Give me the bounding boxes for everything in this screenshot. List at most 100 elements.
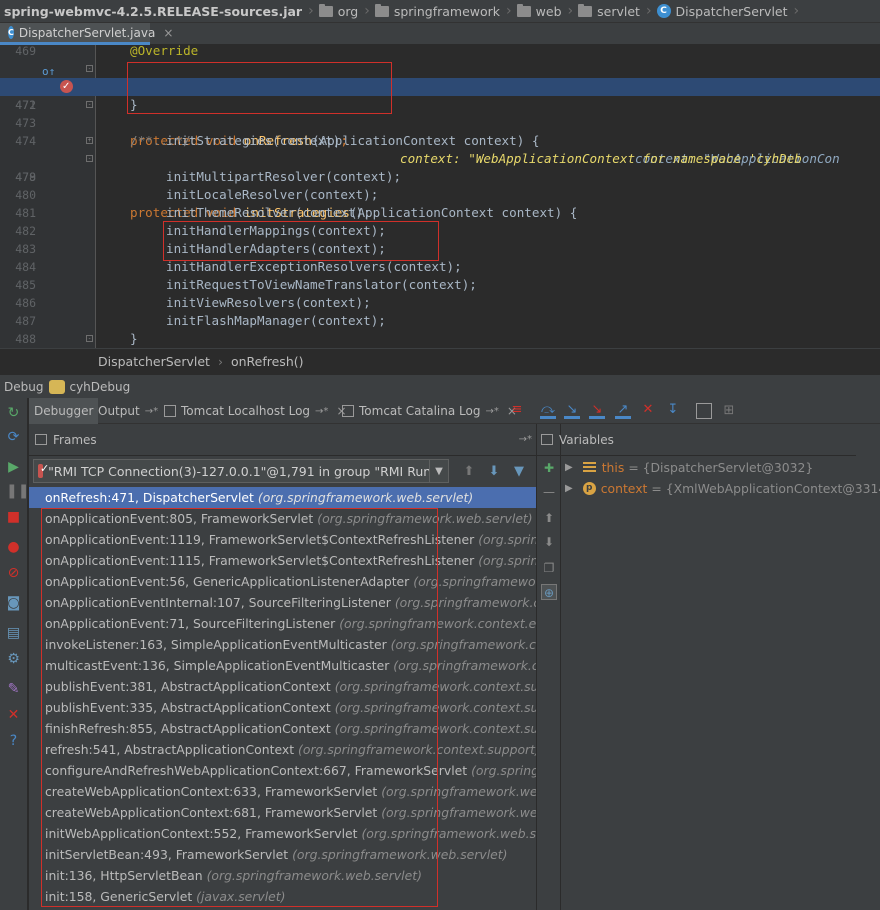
tab-output[interactable]: Output →* bbox=[93, 398, 163, 424]
code-line[interactable]: 484 initHandlerExceptionResolvers(context… bbox=[0, 258, 880, 276]
step-out-icon[interactable]: ↗ bbox=[615, 403, 631, 419]
code-line[interactable]: 480 initLocaleResolver(context); bbox=[0, 186, 880, 204]
move-down-icon[interactable]: ⬇ bbox=[541, 534, 557, 550]
variable-row[interactable]: ▶ p context = {XmlWebApplicationContext@… bbox=[565, 478, 880, 499]
frame-row[interactable]: initWebApplicationContext:552, Framework… bbox=[29, 823, 536, 844]
code-line[interactable]: 481 initThemeResolver(context); bbox=[0, 204, 880, 222]
code-line[interactable]: 473 bbox=[0, 114, 880, 132]
tab-tomcat-localhost-log[interactable]: Tomcat Localhost Log →* × bbox=[159, 398, 352, 424]
remove-watch-icon[interactable]: — bbox=[541, 484, 557, 500]
new-watch-icon[interactable]: ✚ bbox=[541, 460, 557, 476]
code-text: @Override bbox=[130, 45, 199, 58]
frame-row[interactable]: init:136, HttpServletBean (org.springfra… bbox=[29, 865, 536, 886]
frame-row[interactable]: multicastEvent:136, SimpleApplicationEve… bbox=[29, 655, 536, 676]
variable-row[interactable]: ▶ this = {DispatcherServlet@3032} bbox=[565, 457, 813, 478]
pause-icon[interactable]: ❚❚ bbox=[6, 484, 29, 499]
frame-package: (org.springframework.web.servlet) bbox=[292, 847, 508, 862]
frame-row[interactable]: refresh:541, AbstractApplicationContext … bbox=[29, 739, 536, 760]
thread-select[interactable]: "RMI TCP Connection(3)-127.0.0.1"@1,791 … bbox=[33, 459, 449, 483]
frame-row[interactable]: onRefresh:471, DispatcherServlet (org.sp… bbox=[29, 487, 536, 508]
tab-debugger[interactable]: Debugger bbox=[29, 398, 99, 424]
frame-row[interactable]: onApplicationEventInternal:107, SourceFi… bbox=[29, 592, 536, 613]
code-line[interactable]: 470 o↑ - protected void onRefresh(Applic… bbox=[0, 60, 880, 166]
code-line[interactable]: 474 + /**...*/ bbox=[0, 132, 880, 150]
code-line[interactable]: 483 initHandlerAdapters(context); bbox=[0, 240, 880, 258]
code-line-current[interactable]: 471 initStrategies(context); context: "W… bbox=[0, 78, 880, 166]
breakpoint-icon[interactable] bbox=[60, 78, 73, 96]
frame-row[interactable]: publishEvent:381, AbstractApplicationCon… bbox=[29, 676, 536, 697]
code-line[interactable]: 478 - protected void initStrategies(Appl… bbox=[0, 150, 880, 220]
fold-icon[interactable]: - bbox=[86, 65, 93, 72]
close-icon[interactable]: ✕ bbox=[6, 708, 21, 723]
step-into-icon[interactable]: ↘ bbox=[564, 403, 580, 419]
help-icon[interactable]: ? bbox=[6, 734, 21, 749]
pin-icon[interactable]: →* bbox=[519, 434, 532, 445]
fold-icon[interactable]: - bbox=[86, 101, 93, 108]
run-config-name[interactable]: cyhDebug bbox=[69, 380, 130, 394]
breadcrumb-method[interactable]: onRefresh() bbox=[231, 354, 304, 369]
restart-icon[interactable]: ⟳ bbox=[6, 430, 21, 445]
breadcrumb-class[interactable]: DispatcherServlet bbox=[98, 354, 210, 369]
stop-icon[interactable]: ■ bbox=[6, 510, 21, 525]
frame-row[interactable]: onApplicationEvent:71, SourceFilteringLi… bbox=[29, 613, 536, 634]
frame-row[interactable]: publishEvent:335, AbstractApplicationCon… bbox=[29, 697, 536, 718]
code-line[interactable]: 479 initMultipartResolver(context); bbox=[0, 168, 880, 186]
tab-dispatcherservlet-java[interactable]: C DispatcherServlet.java × bbox=[0, 23, 173, 45]
fold-icon[interactable]: - bbox=[86, 155, 93, 162]
frame-row[interactable]: onApplicationEvent:1115, FrameworkServle… bbox=[29, 550, 536, 571]
view-breakpoints-icon[interactable]: ● bbox=[6, 540, 21, 555]
nav-crumb-class[interactable]: C DispatcherServlet bbox=[656, 4, 788, 19]
chevron-down-icon[interactable]: ▼ bbox=[429, 459, 449, 483]
nav-crumb-org[interactable]: org bbox=[318, 3, 358, 19]
code-line[interactable]: 486 initViewResolvers(context); bbox=[0, 294, 880, 312]
code-editor[interactable]: 469 @Override 470 o↑ - protected void onR… bbox=[0, 45, 880, 348]
fold-icon[interactable]: + bbox=[86, 137, 93, 144]
frame-row[interactable]: initServletBean:493, FrameworkServlet (o… bbox=[29, 844, 536, 865]
force-step-into-icon[interactable]: ↘ bbox=[589, 403, 605, 419]
arrow-up-icon[interactable]: ⬆ bbox=[462, 465, 476, 479]
pin-tab-icon[interactable]: ✎ bbox=[6, 682, 21, 697]
expand-arrow-icon[interactable]: ▶ bbox=[565, 457, 573, 478]
frame-row[interactable]: createWebApplicationContext:633, Framewo… bbox=[29, 781, 536, 802]
code-line[interactable]: 472 -} bbox=[0, 96, 880, 114]
show-watches-icon[interactable]: ⊕ bbox=[541, 584, 557, 600]
fold-icon[interactable]: - bbox=[86, 335, 93, 342]
nav-crumb-jar[interactable]: spring-webmvc-4.2.5.RELEASE-sources.jar bbox=[4, 4, 302, 19]
nav-crumb-springframework[interactable]: springframework bbox=[374, 3, 500, 19]
settings-icon[interactable]: ⚙ bbox=[6, 652, 21, 667]
evaluate-expression-icon[interactable] bbox=[696, 403, 712, 419]
rerun-icon[interactable]: ↻ bbox=[6, 406, 21, 421]
restore-layout-icon[interactable]: ⊞ bbox=[721, 403, 737, 419]
frame-row[interactable]: onApplicationEvent:1119, FrameworkServle… bbox=[29, 529, 536, 550]
arrow-down-icon[interactable]: ⬇ bbox=[487, 465, 501, 479]
code-line[interactable]: 488 -} bbox=[0, 330, 880, 348]
frame-row[interactable]: onApplicationEvent:56, GenericApplicatio… bbox=[29, 571, 536, 592]
expand-arrow-icon[interactable]: ▶ bbox=[565, 478, 573, 499]
frame-row[interactable]: finishRefresh:855, AbstractApplicationCo… bbox=[29, 718, 536, 739]
frame-row[interactable]: init:158, GenericServlet (javax.servlet) bbox=[29, 886, 536, 907]
code-line[interactable]: 469 @Override bbox=[0, 45, 880, 60]
frame-row[interactable]: invokeListener:163, SimpleApplicationEve… bbox=[29, 634, 536, 655]
code-line[interactable]: 487 initFlashMapManager(context); bbox=[0, 312, 880, 330]
code-line[interactable]: 485 initRequestToViewNameTranslator(conte… bbox=[0, 276, 880, 294]
run-to-cursor-icon[interactable]: ↧ bbox=[665, 403, 681, 419]
tab-tomcat-catalina-log[interactable]: Tomcat Catalina Log →* × bbox=[337, 398, 522, 424]
nav-crumb-web[interactable]: web bbox=[516, 3, 562, 19]
frame-row[interactable]: createWebApplicationContext:681, Framewo… bbox=[29, 802, 536, 823]
frames-list[interactable]: onRefresh:471, DispatcherServlet (org.sp… bbox=[29, 487, 536, 910]
show-execution-point-icon[interactable]: ≡ bbox=[509, 403, 525, 419]
step-over-icon[interactable]: ⤼ bbox=[540, 403, 556, 419]
resume-icon[interactable]: ▶ bbox=[6, 460, 21, 475]
nav-crumb-servlet[interactable]: servlet bbox=[578, 3, 640, 19]
copy-icon[interactable]: ❐ bbox=[541, 560, 557, 576]
filter-icon[interactable]: ▼ bbox=[512, 465, 526, 479]
move-up-icon[interactable]: ⬆ bbox=[541, 510, 557, 526]
mute-breakpoints-icon[interactable]: ⊘ bbox=[6, 566, 21, 581]
camera-icon[interactable]: ◙ bbox=[6, 596, 21, 611]
drop-frame-icon[interactable]: ✕ bbox=[640, 403, 656, 419]
close-icon[interactable]: × bbox=[163, 26, 173, 40]
layout-icon[interactable]: ▤ bbox=[6, 626, 21, 641]
frame-row[interactable]: configureAndRefreshWebApplicationContext… bbox=[29, 760, 536, 781]
code-line[interactable]: 482 initHandlerMappings(context); bbox=[0, 222, 880, 240]
frame-row[interactable]: onApplicationEvent:805, FrameworkServlet… bbox=[29, 508, 536, 529]
